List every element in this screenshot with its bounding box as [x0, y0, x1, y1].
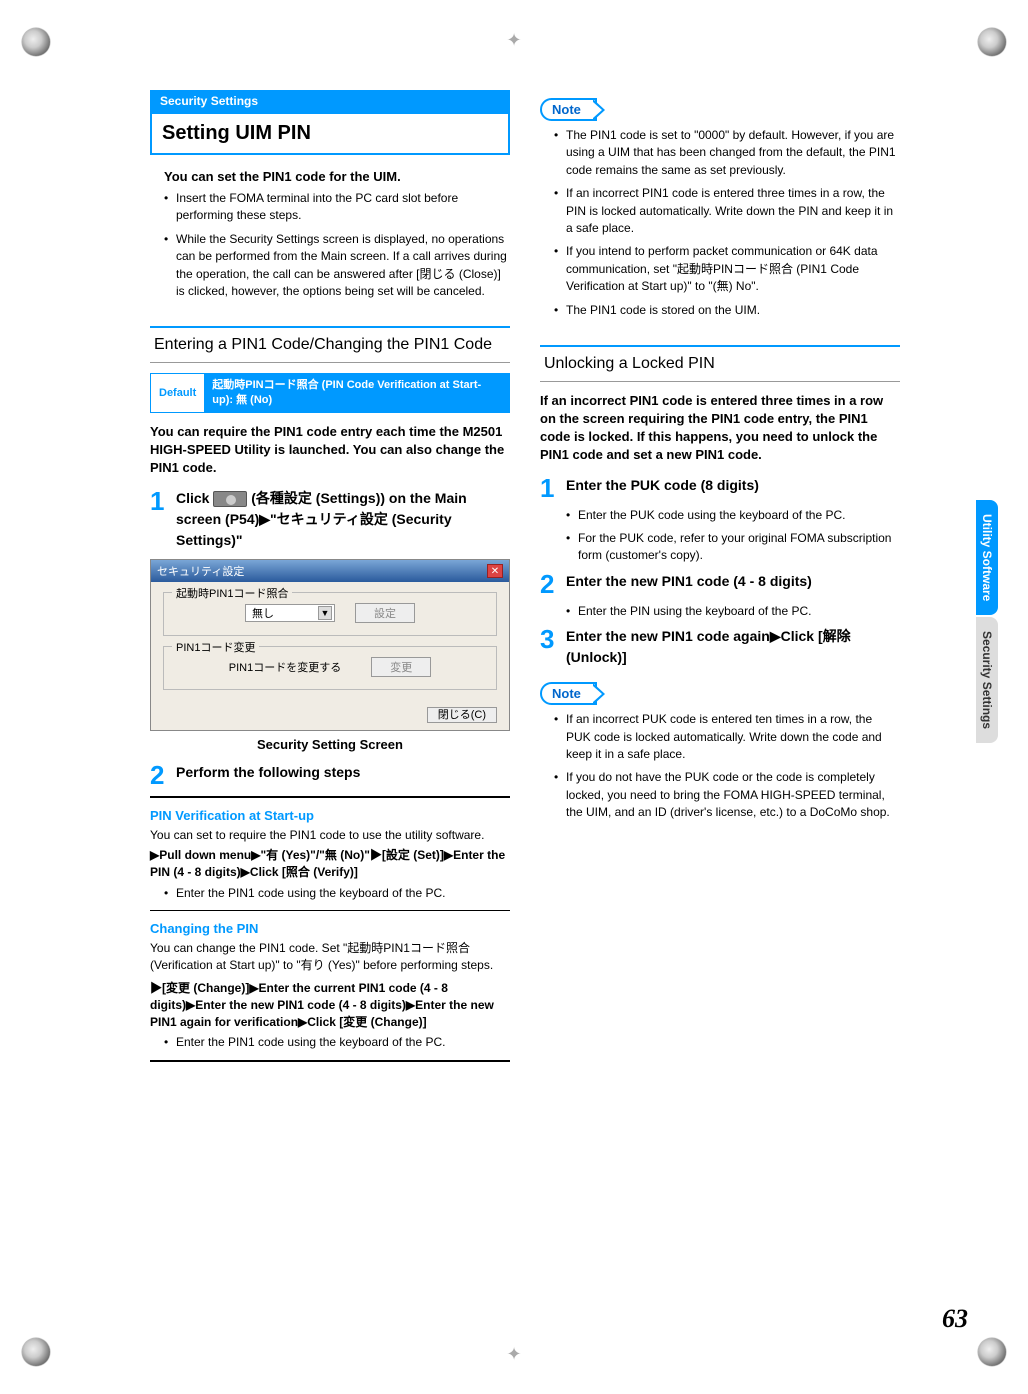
note-badge: Note [540, 682, 597, 705]
close-button[interactable]: 閉じる(C) [427, 707, 497, 723]
set-button[interactable]: 設定 [355, 603, 415, 623]
chevron-down-icon: ▼ [318, 606, 332, 620]
reg-mark-bottom: ✦ [504, 1344, 524, 1364]
print-mark-tl [22, 28, 50, 56]
left-column: Security Settings Setting UIM PIN You ca… [150, 90, 510, 1072]
step-number: 2 [540, 571, 558, 597]
page-number: 63 [942, 1304, 968, 1334]
unlock-body: If an incorrect PIN1 code is entered thr… [540, 392, 900, 465]
note-1-bullets: The PIN1 code is set to "0000" by defaul… [554, 127, 900, 319]
pin-verification-text: You can set to require the PIN1 code to … [150, 827, 510, 844]
combo-value: 無し [252, 605, 274, 621]
unlock-step-3: 3 Enter the new PIN1 code again▶Click [解… [540, 626, 900, 668]
section-label: Security Settings [150, 90, 510, 112]
list-item: Enter the PIN using the keyboard of the … [566, 603, 900, 620]
unlock-step-1-bullets: Enter the PUK code using the keyboard of… [566, 507, 900, 565]
step-2: 2 Perform the following steps [150, 762, 510, 788]
default-row: Default 起動時PINコード照合 (PIN Code Verificati… [150, 373, 510, 413]
unlock-step-1-text: Enter the PUK code (8 digits) [566, 475, 900, 501]
list-item: The PIN1 code is stored on the UIM. [554, 302, 900, 319]
step-number: 1 [540, 475, 558, 501]
step-1-pre: Click [176, 490, 213, 506]
step-1-text: Click (各種設定 (Settings)) on the Main scre… [176, 488, 510, 551]
step-number: 3 [540, 626, 558, 668]
divider [150, 910, 510, 911]
unlock-step-1: 1 Enter the PUK code (8 digits) [540, 475, 900, 501]
side-tabs: Utility Software Security Settings [976, 500, 998, 743]
intro-bullets: Insert the FOMA terminal into the PC car… [164, 190, 510, 300]
step-number: 1 [150, 488, 168, 551]
change-pin-text: PIN1コードを変更する [229, 659, 341, 675]
security-settings-dialog: セキュリティ設定 ✕ 起動時PIN1コード照合 無し ▼ 設定 PIN1コード変… [150, 559, 510, 731]
print-mark-bl [22, 1338, 50, 1366]
fieldset-change-pin: PIN1コード変更 PIN1コードを変更する 変更 [163, 646, 497, 690]
unlock-step-2: 2 Enter the new PIN1 code (4 - 8 digits) [540, 571, 900, 597]
pin-verification-bullets: Enter the PIN1 code using the keyboard o… [164, 885, 510, 902]
startup-pin-combo[interactable]: 無し ▼ [245, 604, 335, 622]
pin-verification-flow: ▶Pull down menu▶"有 (Yes)"/"無 (No)"▶[設定 (… [150, 847, 510, 881]
list-item: If you do not have the PUK code or the c… [554, 769, 900, 821]
fieldset-startup-pin: 起動時PIN1コード照合 無し ▼ 設定 [163, 592, 497, 636]
list-item: Enter the PIN1 code using the keyboard o… [164, 885, 510, 902]
intro-bullet: Insert the FOMA terminal into the PC car… [164, 190, 510, 225]
print-mark-br [978, 1338, 1006, 1366]
changing-pin-flow: ▶[変更 (Change)]▶Enter the current PIN1 co… [150, 980, 510, 1030]
step-1: 1 Click (各種設定 (Settings)) on the Main sc… [150, 488, 510, 551]
change-button[interactable]: 変更 [371, 657, 431, 677]
reg-mark-top: ✦ [504, 30, 524, 50]
list-item: Enter the PUK code using the keyboard of… [566, 507, 900, 524]
list-item: For the PUK code, refer to your original… [566, 530, 900, 565]
default-value: 起動時PINコード照合 (PIN Code Verification at St… [204, 374, 509, 412]
list-item: If an incorrect PUK code is entered ten … [554, 711, 900, 763]
list-item: If you intend to perform packet communic… [554, 243, 900, 295]
dialog-titlebar: セキュリティ設定 ✕ [151, 560, 509, 582]
changing-pin-text: You can change the PIN1 code. Set "起動時PI… [150, 940, 510, 974]
side-tab-utility: Utility Software [976, 500, 998, 615]
page-title: Setting UIM PIN [150, 112, 510, 155]
fieldset-legend: 起動時PIN1コード照合 [172, 585, 292, 601]
divider [150, 796, 510, 798]
changing-pin-bullets: Enter the PIN1 code using the keyboard o… [164, 1034, 510, 1051]
divider [150, 1060, 510, 1062]
settings-icon [213, 491, 247, 507]
step-2-text: Perform the following steps [176, 762, 510, 788]
right-column: Note The PIN1 code is set to "0000" by d… [540, 90, 900, 1072]
intro-bullet: While the Security Settings screen is di… [164, 231, 510, 301]
pin-verification-heading: PIN Verification at Start-up [150, 808, 510, 823]
fieldset-legend: PIN1コード変更 [172, 639, 259, 655]
changing-pin-heading: Changing the PIN [150, 921, 510, 936]
dialog-caption: Security Setting Screen [150, 737, 510, 752]
intro-text: You can set the PIN1 code for the UIM. [164, 169, 510, 184]
close-icon[interactable]: ✕ [487, 564, 503, 578]
side-tab-security: Security Settings [976, 617, 998, 743]
list-item: Enter the PIN1 code using the keyboard o… [164, 1034, 510, 1051]
list-item: The PIN1 code is set to "0000" by defaul… [554, 127, 900, 179]
subheading-unlock: Unlocking a Locked PIN [540, 345, 900, 382]
step-number: 2 [150, 762, 168, 788]
print-mark-tr [978, 28, 1006, 56]
list-item: If an incorrect PIN1 code is entered thr… [554, 185, 900, 237]
unlock-step-3-text: Enter the new PIN1 code again▶Click [解除 … [566, 626, 900, 668]
note-2-bullets: If an incorrect PUK code is entered ten … [554, 711, 900, 821]
unlock-step-2-text: Enter the new PIN1 code (4 - 8 digits) [566, 571, 900, 597]
default-label: Default [151, 374, 204, 412]
body-text: You can require the PIN1 code entry each… [150, 423, 510, 478]
dialog-title: セキュリティ設定 [157, 563, 244, 579]
unlock-step-2-bullets: Enter the PIN using the keyboard of the … [566, 603, 900, 620]
subheading-enter-change: Entering a PIN1 Code/Changing the PIN1 C… [150, 326, 510, 363]
note-badge: Note [540, 98, 597, 121]
